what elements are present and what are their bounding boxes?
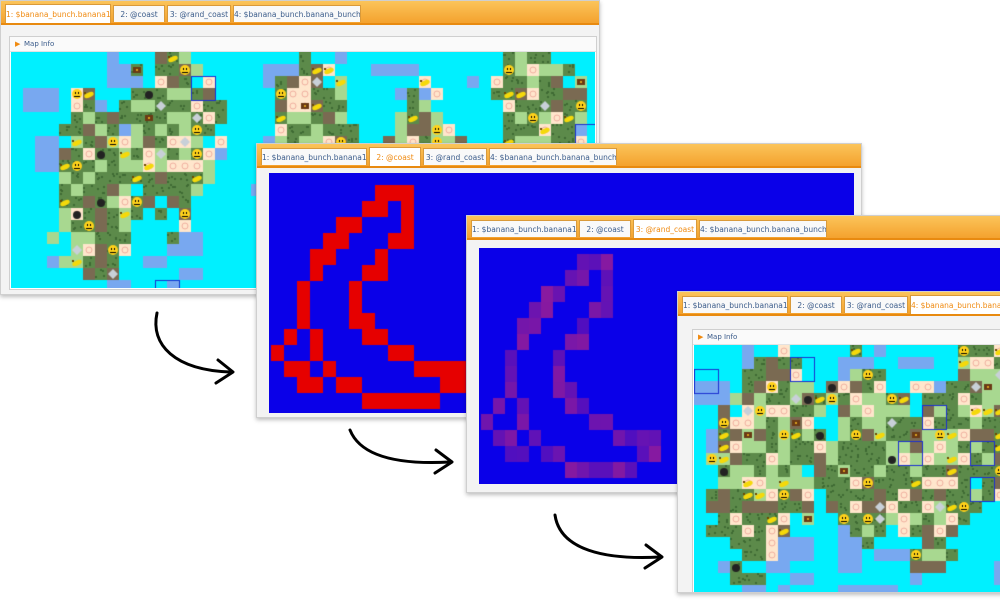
tab-bar: 1: $banana_bunch.banana1 2: @coast 3: @r… (678, 292, 1000, 316)
map-info-label: Map Info (707, 333, 738, 341)
map-info-header[interactable]: ▶ Map Info (693, 330, 1000, 345)
tab-banana-bunch[interactable]: 4: $banana_bunch.banana_bunch (489, 148, 617, 165)
tab-banana1[interactable]: 1: $banana_bunch.banana1 (682, 296, 788, 313)
tab-banana1[interactable]: 1: $banana_bunch.banana1 (471, 220, 577, 237)
tab-coast[interactable]: 2: @coast (369, 147, 421, 166)
tab-rand-coast[interactable]: 3: @rand_coast (844, 296, 908, 313)
expand-arrow-icon: ▶ (15, 40, 21, 48)
tab-banana-bunch[interactable]: 4: $banana_bunch.banana_bunch (910, 295, 1000, 314)
map-info-box: ▶ Map Info (692, 329, 1000, 592)
tab-rand-coast[interactable]: 3: @rand_coast (167, 5, 231, 22)
island-map[interactable] (694, 345, 1000, 592)
tab-bar: 1: $banana_bunch.banana1 2: @coast 3: @r… (467, 216, 1000, 240)
tab-coast[interactable]: 2: @coast (579, 220, 631, 237)
tab-banana-bunch[interactable]: 4: $banana_bunch.banana_bunch (233, 5, 361, 22)
panel-banana-bunch: 1: $banana_bunch.banana1 2: @coast 3: @r… (677, 291, 1000, 593)
tab-content: ▶ Map Info (678, 316, 1000, 592)
arrow-2-icon (348, 428, 454, 475)
tab-banana1[interactable]: 1: $banana_bunch.banana1 (5, 4, 111, 23)
tab-bar: 1: $banana_bunch.banana1 2: @coast 3: @r… (1, 1, 599, 25)
map-info-header[interactable]: ▶ Map Info (10, 37, 596, 52)
tab-coast[interactable]: 2: @coast (790, 296, 842, 313)
map-info-label: Map Info (24, 40, 55, 48)
arrow-3-icon (553, 513, 664, 570)
tab-bar: 1: $banana_bunch.banana1 2: @coast 3: @r… (257, 144, 861, 168)
tab-banana-bunch[interactable]: 4: $banana_bunch.banana_bunch (699, 220, 827, 237)
expand-arrow-icon: ▶ (698, 333, 704, 341)
tab-banana1[interactable]: 1: $banana_bunch.banana1 (261, 148, 367, 165)
tab-rand-coast[interactable]: 3: @rand_coast (423, 148, 487, 165)
tab-coast[interactable]: 2: @coast (113, 5, 165, 22)
tab-rand-coast[interactable]: 3: @rand_coast (633, 219, 697, 238)
arrow-1-icon (154, 311, 235, 385)
